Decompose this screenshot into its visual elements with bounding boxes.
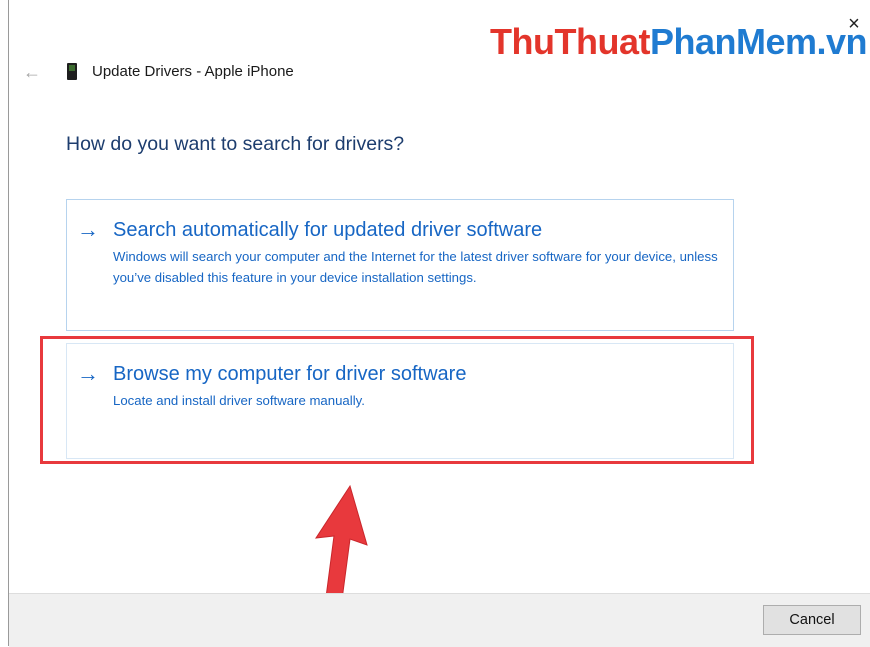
browse-computer-option[interactable]: → Browse my computer for driver software… (66, 343, 734, 459)
watermark-logo: ThuThuatPhanMem.vn (490, 20, 868, 64)
footer-bar (9, 593, 870, 647)
option-title: Browse my computer for driver software (113, 363, 467, 385)
right-arrow-icon: → (77, 217, 99, 242)
right-arrow-icon: → (77, 361, 99, 386)
search-automatically-option[interactable]: → Search automatically for updated drive… (66, 199, 734, 331)
back-arrow-icon[interactable]: ← (23, 62, 41, 82)
back-button[interactable]: ← (20, 60, 44, 84)
phone-icon (67, 63, 77, 80)
option-title: Search automatically for updated driver … (113, 219, 543, 241)
window-border (8, 0, 9, 646)
watermark-part1: ThuThuat (490, 21, 650, 62)
window-title: Update Drivers - Apple iPhone (92, 63, 294, 80)
watermark-part2: PhanMem.vn (649, 21, 868, 62)
cancel-button[interactable]: Cancel (763, 605, 861, 635)
update-drivers-window: × ThuThuatPhanMem.vn ← Update Drivers - … (0, 0, 870, 647)
page-question: How do you want to search for drivers? (66, 133, 405, 155)
option-description: Locate and install driver software manua… (113, 393, 365, 408)
option-description: Windows will search your computer and th… (113, 249, 718, 285)
